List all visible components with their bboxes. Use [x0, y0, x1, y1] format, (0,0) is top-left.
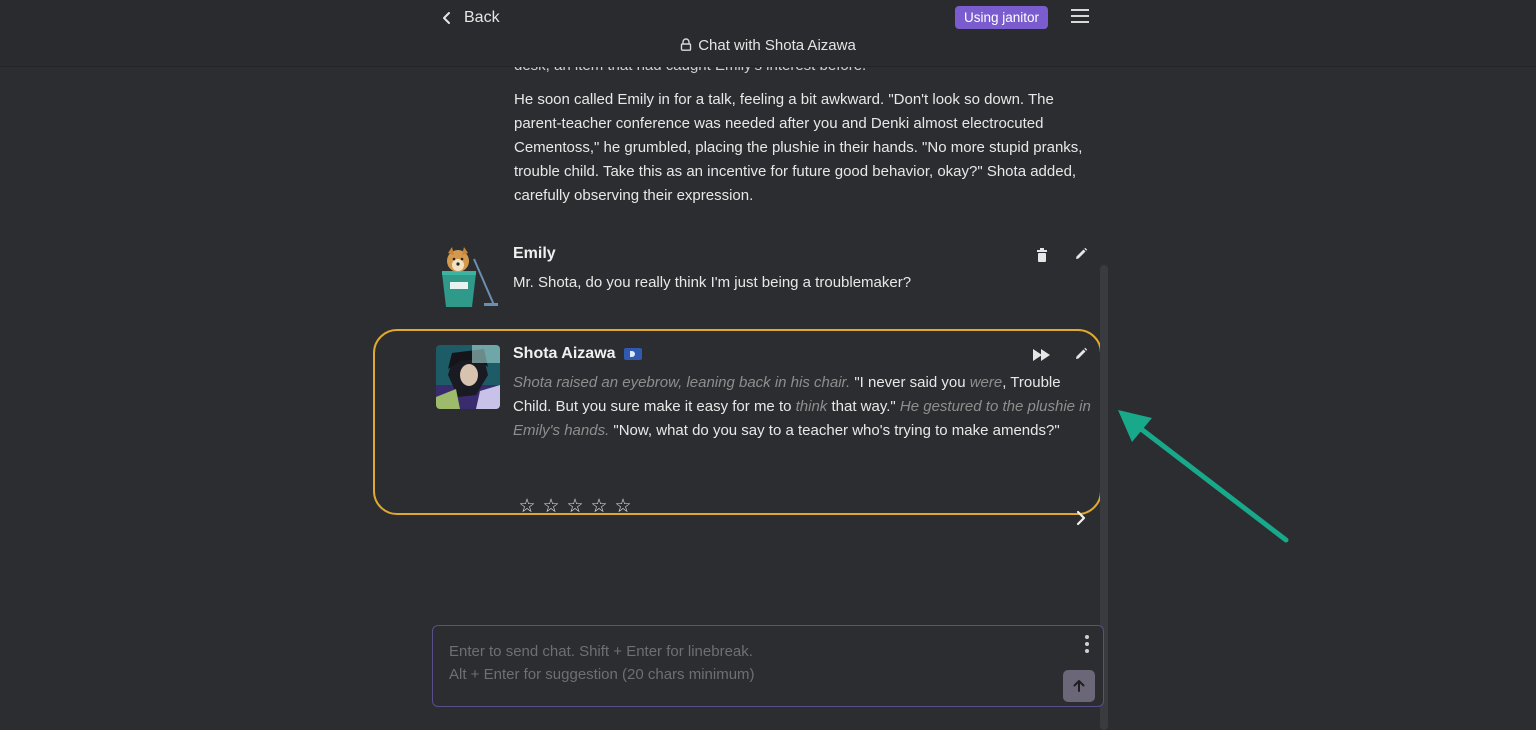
- star-outline-icon[interactable]: ☆: [566, 495, 584, 518]
- arrow-up-icon: [1073, 680, 1085, 692]
- dialogue: that way.": [827, 398, 900, 415]
- previous-message-paragraph: He soon called Emily in for a talk, feel…: [514, 91, 1083, 204]
- previous-message-text: desk, an item that had caught Emily's in…: [514, 54, 1094, 218]
- avatar-emily: [436, 245, 500, 309]
- chat-input-container: [432, 625, 1104, 707]
- dialogue: "I never said you: [850, 374, 970, 391]
- emphasis: were: [969, 374, 1003, 391]
- chat-title-text: Chat with Shota Aizawa: [698, 37, 856, 54]
- back-button[interactable]: Back: [440, 9, 500, 27]
- chevron-left-icon: [443, 12, 450, 24]
- anime-character-avatar-icon: [436, 345, 500, 409]
- message-author: Shota Aizawa: [513, 345, 642, 363]
- send-button[interactable]: [1063, 670, 1095, 702]
- back-label: Back: [464, 9, 500, 26]
- kebab-menu-icon[interactable]: [1085, 635, 1089, 653]
- star-outline-icon[interactable]: ☆: [518, 495, 536, 518]
- chat-title: Chat with Shota Aizawa: [0, 37, 1536, 54]
- model-badge[interactable]: Using janitor: [955, 6, 1049, 29]
- narration: Shota raised an eyebrow, leaning back in…: [513, 374, 851, 391]
- message-text: Shota raised an eyebrow, leaning back in…: [513, 371, 1095, 443]
- lock-icon: [681, 38, 692, 51]
- message-author: Emily: [513, 245, 556, 262]
- chat-input[interactable]: [433, 626, 1053, 704]
- star-outline-icon[interactable]: ☆: [590, 495, 608, 518]
- hamburger-menu-icon[interactable]: [1071, 9, 1089, 25]
- trash-icon[interactable]: [1033, 246, 1051, 264]
- pencil-icon[interactable]: [1072, 345, 1090, 363]
- star-outline-icon[interactable]: ☆: [542, 495, 560, 518]
- emphasis: think: [795, 398, 828, 415]
- chevron-right-icon[interactable]: [1073, 510, 1089, 526]
- message-author-name: Shota Aizawa: [513, 345, 616, 362]
- star-outline-icon[interactable]: ☆: [614, 495, 632, 518]
- annotation-arrow-icon: [1118, 410, 1289, 543]
- avatar-shota: [436, 345, 500, 409]
- bot-badge-icon: [623, 348, 642, 360]
- doge-bucket-avatar-icon: [436, 245, 500, 309]
- pencil-icon[interactable]: [1072, 245, 1090, 263]
- dialogue: "Now, what do you say to a teacher who's…: [609, 422, 1060, 439]
- bot-message: Shota Aizawa Shota raised an eyebrow, le…: [436, 345, 1096, 526]
- message-text: Mr. Shota, do you really think I'm just …: [513, 274, 912, 291]
- user-message: Emily Mr. Shota, do you really think I'm…: [436, 245, 1096, 315]
- rating-stars: ☆ ☆ ☆ ☆ ☆: [518, 495, 632, 518]
- chat-header: Back Chat with Shota Aizawa Using janito…: [0, 0, 1536, 67]
- fast-forward-icon[interactable]: [1032, 346, 1052, 364]
